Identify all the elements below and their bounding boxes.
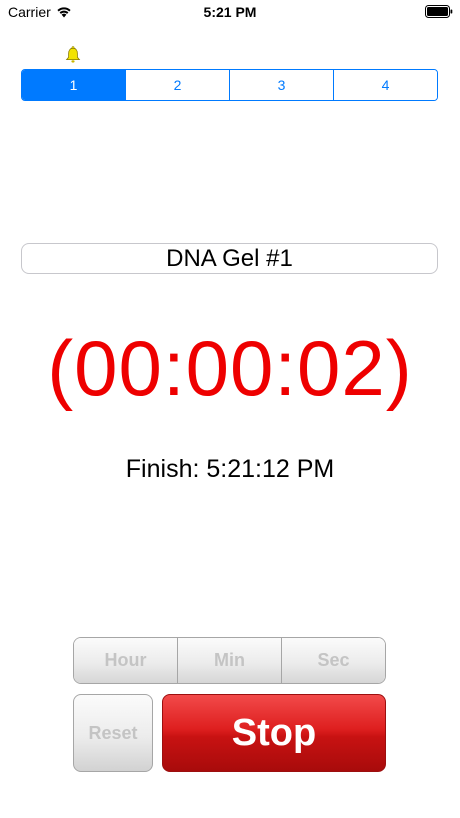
tab-timer-2[interactable]: 2 (125, 70, 229, 100)
tab-timer-3[interactable]: 3 (229, 70, 333, 100)
timer-name-field[interactable] (21, 243, 438, 274)
time-unit-buttons: Hour Min Sec (73, 637, 386, 684)
status-bar: Carrier 5:21 PM (0, 0, 460, 24)
tab-timer-4[interactable]: 4 (333, 70, 437, 100)
finish-time-label: Finish: 5:21:12 PM (125, 455, 335, 483)
battery-icon (425, 5, 453, 18)
status-time: 5:21 PM (203, 4, 257, 20)
tab-timer-1[interactable]: 1 (22, 70, 125, 100)
bell-icon (65, 46, 81, 63)
timer-selector: 1 2 3 4 (21, 69, 438, 101)
countdown-display: (00:00:02) (47, 324, 413, 412)
hour-button[interactable]: Hour (74, 638, 177, 683)
reset-button[interactable]: Reset (73, 694, 153, 772)
sec-button[interactable]: Sec (281, 638, 385, 683)
stop-button[interactable]: Stop (162, 694, 386, 772)
min-button[interactable]: Min (177, 638, 281, 683)
